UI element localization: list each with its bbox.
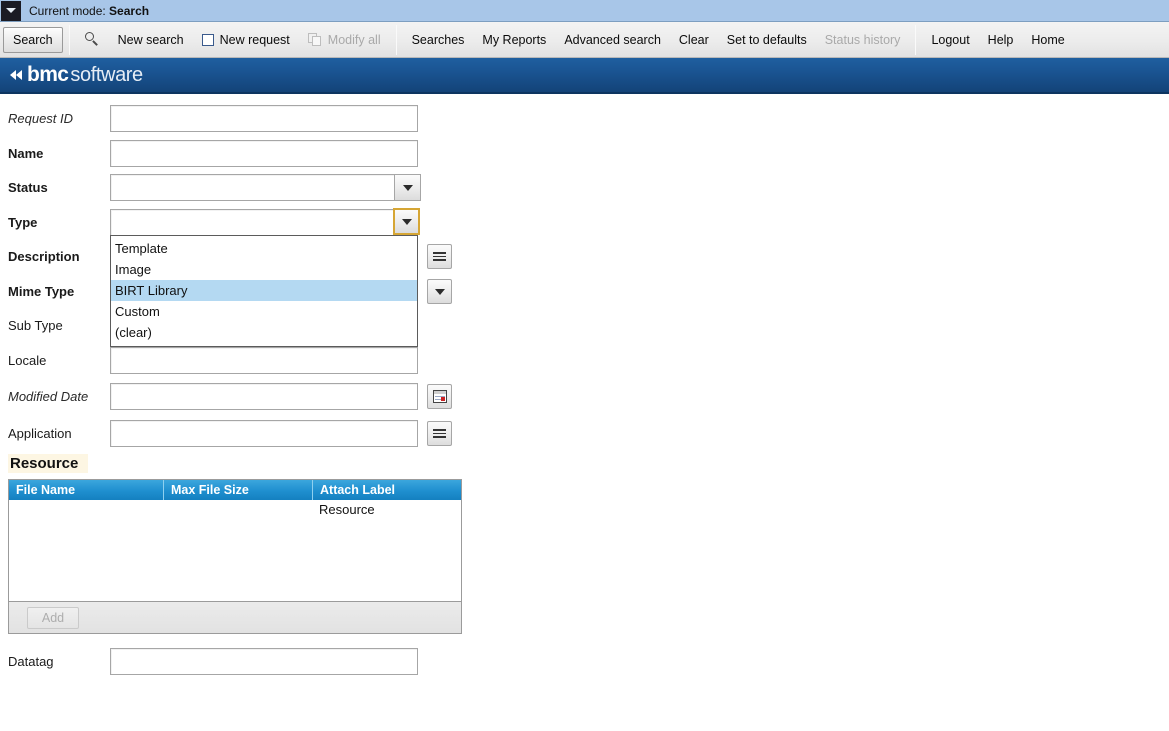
window-title-bar: Current mode: Search	[0, 0, 1169, 22]
window-menu-button[interactable]	[1, 0, 21, 21]
set-to-defaults-label: Set to defaults	[726, 32, 807, 47]
list-menu-icon	[433, 427, 446, 440]
application-menu-button[interactable]	[427, 421, 452, 446]
column-header-file-name[interactable]: File Name	[9, 480, 164, 500]
name-label: Name	[8, 146, 44, 161]
searches-label: Searches	[411, 32, 465, 47]
toolbar-separator	[68, 24, 70, 55]
home-label: Home	[1031, 32, 1065, 47]
application-input[interactable]	[110, 420, 418, 447]
resource-table-footer: Add	[8, 602, 462, 634]
brand-software-text: software	[70, 63, 143, 86]
modified-date-label: Modified Date	[8, 389, 89, 404]
modified-date-calendar-button[interactable]	[427, 384, 452, 409]
advanced-search-label: Advanced search	[564, 32, 661, 47]
resource-table: File Name Max File Size Attach Label Res…	[8, 479, 462, 602]
column-header-attach-label[interactable]: Attach Label	[313, 480, 461, 500]
datatag-label: Datatag	[8, 654, 54, 669]
help-label: Help	[987, 32, 1014, 47]
advanced-search-link[interactable]: Advanced search	[555, 25, 670, 55]
brand-bar: bmc software	[0, 58, 1169, 94]
search-form: Request ID Name Status Type Description …	[0, 94, 1169, 731]
description-menu-button[interactable]	[427, 244, 452, 269]
current-mode-prefix: Current mode:	[29, 3, 106, 18]
new-request-icon	[201, 33, 214, 46]
type-option-template[interactable]: Template	[111, 238, 417, 259]
logout-link[interactable]: Logout	[922, 25, 978, 55]
name-input[interactable]	[110, 140, 418, 167]
help-link[interactable]: Help	[979, 25, 1023, 55]
type-dropdown-list[interactable]: Template Image BIRT Library Custom (clea…	[110, 235, 418, 347]
chevron-down-icon	[402, 184, 413, 191]
modify-all-button: Modify all	[299, 25, 390, 55]
modified-date-input[interactable]	[110, 383, 418, 410]
clear-label: Clear	[678, 32, 709, 47]
resource-section-heading: Resource	[8, 454, 89, 473]
status-label: Status	[8, 180, 48, 195]
sub-type-label: Sub Type	[8, 318, 63, 333]
my-reports-label: My Reports	[482, 32, 547, 47]
main-toolbar: Search New search New request Modify all…	[0, 22, 1169, 58]
bmc-software-logo: bmc software	[10, 63, 143, 87]
logout-label: Logout	[931, 32, 970, 47]
current-mode-value: Search	[109, 3, 150, 18]
add-button: Add	[27, 606, 79, 629]
home-link[interactable]: Home	[1022, 25, 1073, 55]
set-to-defaults-link[interactable]: Set to defaults	[718, 25, 816, 55]
new-search-label: New search	[117, 32, 184, 47]
search-button[interactable]: Search	[3, 26, 63, 53]
toolbar-separator	[915, 24, 917, 55]
table-row[interactable]: Resource	[319, 502, 375, 517]
locale-input[interactable]	[110, 347, 418, 374]
list-menu-icon	[433, 250, 446, 263]
mime-type-label: Mime Type	[8, 284, 75, 299]
status-dropdown-button[interactable]	[394, 174, 421, 201]
type-option-custom[interactable]: Custom	[111, 301, 417, 322]
clear-link[interactable]: Clear	[670, 25, 718, 55]
searches-link[interactable]: Searches	[403, 25, 474, 55]
mime-type-dropdown-button[interactable]	[427, 279, 452, 304]
copy-icon	[307, 32, 322, 47]
type-option-image[interactable]: Image	[111, 259, 417, 280]
status-history-label: Status history	[824, 32, 901, 47]
new-search-button[interactable]: New search	[109, 25, 193, 55]
type-label: Type	[8, 215, 38, 230]
my-reports-link[interactable]: My Reports	[473, 25, 555, 55]
brand-bmc-text: bmc	[27, 63, 69, 86]
status-history-link: Status history	[816, 25, 910, 55]
toolbar-magnifier[interactable]	[76, 25, 109, 55]
modify-all-label: Modify all	[327, 32, 381, 47]
current-mode-text: Current mode: Search	[29, 4, 149, 18]
type-option-birt-library[interactable]: BIRT Library	[111, 280, 417, 301]
application-label: Application	[8, 426, 72, 441]
type-option-clear[interactable]: (clear)	[111, 322, 417, 343]
chevron-down-icon	[434, 288, 445, 295]
add-button-label: Add	[41, 610, 65, 625]
chevron-down-icon	[401, 218, 412, 225]
resource-table-body: Resource	[9, 500, 461, 601]
new-request-label: New request	[219, 32, 290, 47]
status-input[interactable]	[110, 174, 418, 201]
request-id-input[interactable]	[110, 105, 418, 132]
bmc-logo-mark-icon	[10, 68, 25, 83]
request-id-label: Request ID	[8, 111, 74, 126]
toolbar-separator	[395, 24, 397, 55]
new-request-button[interactable]: New request	[193, 25, 299, 55]
type-dropdown-button[interactable]	[393, 208, 420, 235]
resource-table-header: File Name Max File Size Attach Label	[9, 480, 461, 500]
chevron-down-icon	[6, 8, 16, 13]
column-header-max-file-size[interactable]: Max File Size	[164, 480, 313, 500]
locale-label: Locale	[8, 353, 47, 368]
calendar-icon	[432, 390, 447, 403]
search-button-label: Search	[13, 32, 53, 47]
description-label: Description	[8, 249, 80, 264]
datatag-input[interactable]	[110, 648, 418, 675]
type-input[interactable]	[110, 209, 418, 236]
search-icon	[84, 32, 100, 47]
